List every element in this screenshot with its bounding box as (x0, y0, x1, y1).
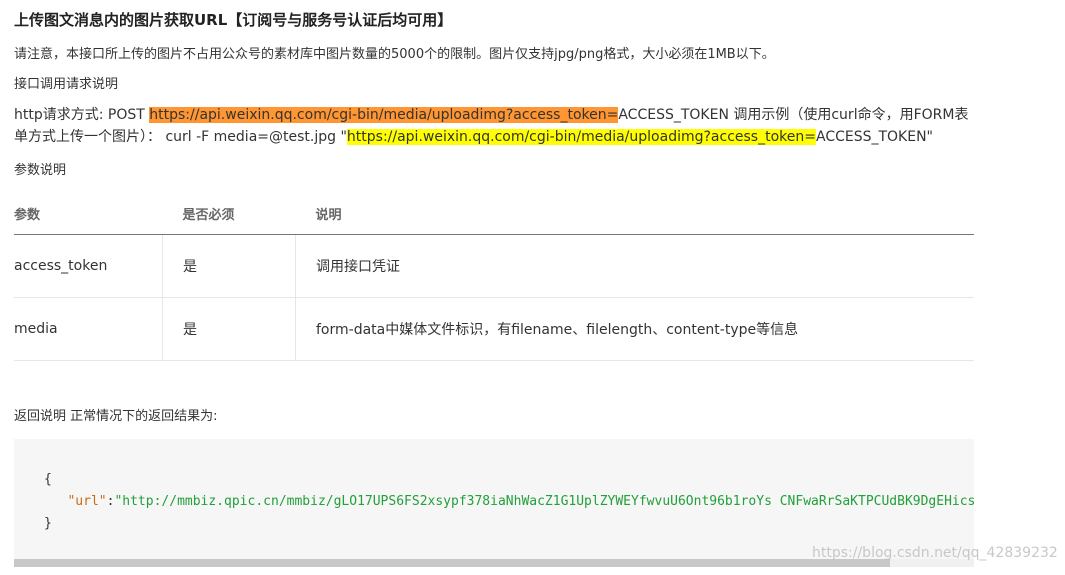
code-open-brace: { (44, 472, 52, 487)
code-close-brace: } (44, 516, 52, 531)
column-header-required: 是否必须 (162, 192, 296, 235)
code-content: { "url":"http://mmbiz.qpic.cn/mmbiz/gLO1… (44, 469, 974, 535)
request-prefix: http请求方式: POST (14, 107, 150, 123)
params-heading: 参数说明 (14, 163, 67, 178)
code-key: "url" (67, 494, 107, 509)
notice-text: 请注意，本接口所上传的图片不占用公众号的素材库中图片数量的5000个的限制。图片… (14, 47, 775, 62)
section-title: 上传图文消息内的图片获取URL【订阅号与服务号认证后均可用】 (14, 11, 453, 29)
request-heading: 接口调用请求说明 (14, 77, 119, 92)
code-value: "http://mmbiz.qpic.cn/mmbiz/gLO17UPS6FS2… (114, 494, 974, 509)
table-row: access_token 是 调用接口凭证 (14, 234, 974, 298)
example-url-highlighted: https://api.weixin.qq.com/cgi-bin/media/… (346, 129, 816, 145)
table-row: media 是 form-data中媒体文件标识，有filename、filel… (14, 297, 974, 361)
request-description: http请求方式: POST https://api.weixin.qq.com… (14, 104, 976, 148)
param-required-cell: 是 (162, 297, 296, 361)
scrollbar-thumb[interactable] (14, 559, 890, 567)
column-header-description: 说明 (295, 192, 974, 235)
column-header-param: 参数 (14, 192, 163, 235)
params-table: 参数 是否必须 说明 access_token 是 调用接口凭证 media 是… (14, 192, 974, 361)
param-name-cell: access_token (14, 234, 163, 298)
watermark: https://blog.csdn.net/qq_42839232 (812, 545, 1058, 561)
param-name-cell: media (14, 297, 163, 361)
param-description-cell: 调用接口凭证 (295, 234, 974, 298)
table-header-row: 参数 是否必须 说明 (14, 192, 974, 235)
request-url-highlighted: https://api.weixin.qq.com/cgi-bin/media/… (149, 107, 619, 123)
request-suffix: ACCESS_TOKEN" (815, 129, 933, 145)
param-description-cell: form-data中媒体文件标识，有filename、filelength、co… (295, 297, 974, 361)
document-page: 上传图文消息内的图片获取URL【订阅号与服务号认证后均可用】 请注意，本接口所上… (0, 0, 1065, 575)
return-description: 返回说明 正常情况下的返回结果为: (14, 409, 218, 424)
param-required-cell: 是 (162, 234, 296, 298)
